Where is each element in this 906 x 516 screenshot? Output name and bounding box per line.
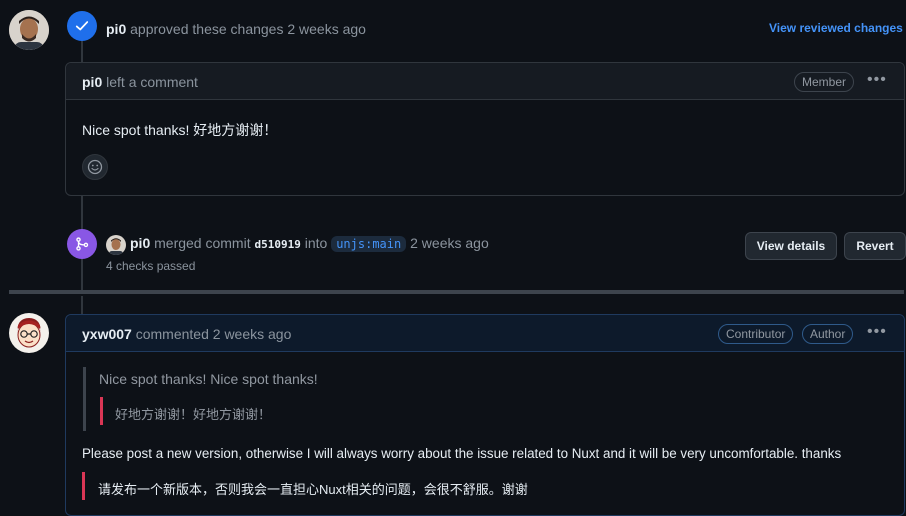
avatar-pi0-icon <box>9 10 49 50</box>
merged-badge <box>67 229 97 259</box>
approval-text: pi0 approved these changes 2 weeks ago <box>106 21 366 37</box>
review-comment-box: pi0 left a comment Member ••• Nice spot … <box>65 62 905 196</box>
blockquote: Nice spot thanks! Nice spot thanks! <box>83 367 318 431</box>
avatar-pi0-small[interactable] <box>106 235 126 255</box>
kebab-menu-icon[interactable]: ••• <box>867 72 887 88</box>
merge-user[interactable]: pi0 <box>130 235 150 251</box>
review-comment-user[interactable]: pi0 <box>82 74 102 90</box>
merge-commit-sha[interactable]: d510919 <box>254 238 300 251</box>
approved-badge <box>67 11 97 41</box>
avatar-yxw007-icon <box>9 313 49 353</box>
kebab-menu-icon[interactable]: ••• <box>867 324 887 340</box>
review-comment-body: Nice spot thanks! 好地方谢谢！ <box>82 122 278 138</box>
review-comment-author: pi0 left a comment <box>82 74 198 90</box>
git-merge-icon <box>76 237 89 251</box>
merge-time[interactable]: 2 weeks ago <box>410 235 489 251</box>
merge-text: pi0 merged commit d510919 into unjs:main… <box>130 235 489 252</box>
check-icon <box>75 21 89 31</box>
add-reaction-button[interactable] <box>82 154 108 180</box>
nested-quote-bar <box>100 397 103 425</box>
translation-bar <box>82 472 85 500</box>
contributor-badge: Contributor <box>718 324 794 344</box>
author-comment-action: commented <box>135 326 209 342</box>
merge-into: into <box>304 235 328 251</box>
blockquote-text: Nice spot thanks! Nice spot thanks! <box>99 371 318 387</box>
approval-time[interactable]: 2 weeks ago <box>287 21 366 37</box>
author-comment-body-cn: 请发布一个新版本，否则我会一直担心Nuxt相关的问题，会很不舒服。谢谢 <box>98 482 528 497</box>
approval-user[interactable]: pi0 <box>106 21 126 37</box>
checks-passed[interactable]: 4 checks passed <box>106 259 195 273</box>
revert-button[interactable]: Revert <box>844 232 906 260</box>
merge-action: merged commit <box>154 235 251 251</box>
timeline-divider <box>9 290 904 294</box>
member-badge: Member <box>794 72 855 92</box>
author-comment-author: yxw007 commented 2 weeks ago <box>82 326 291 342</box>
smiley-icon <box>87 159 103 175</box>
author-comment-time[interactable]: 2 weeks ago <box>213 326 292 342</box>
view-reviewed-changes-link[interactable]: View reviewed changes <box>769 21 903 35</box>
author-comment-header: yxw007 commented 2 weeks ago Contributor… <box>66 315 904 352</box>
nested-quote-text: 好地方谢谢！好地方谢谢！ <box>115 407 272 422</box>
avatar-yxw007[interactable] <box>9 313 49 353</box>
approval-action: approved these changes <box>130 21 284 37</box>
author-badge: Author <box>802 324 854 344</box>
avatar-pi0[interactable] <box>9 10 49 50</box>
avatar-pi0-small-icon <box>106 235 126 255</box>
author-comment-user[interactable]: yxw007 <box>82 326 132 342</box>
author-comment-body: Please post a new version, otherwise I w… <box>82 446 842 461</box>
review-comment-header: pi0 left a comment Member ••• <box>66 63 904 100</box>
review-comment-action: left a comment <box>106 74 198 90</box>
merge-branch[interactable]: unjs:main <box>331 236 407 252</box>
view-details-button[interactable]: View details <box>745 232 837 260</box>
